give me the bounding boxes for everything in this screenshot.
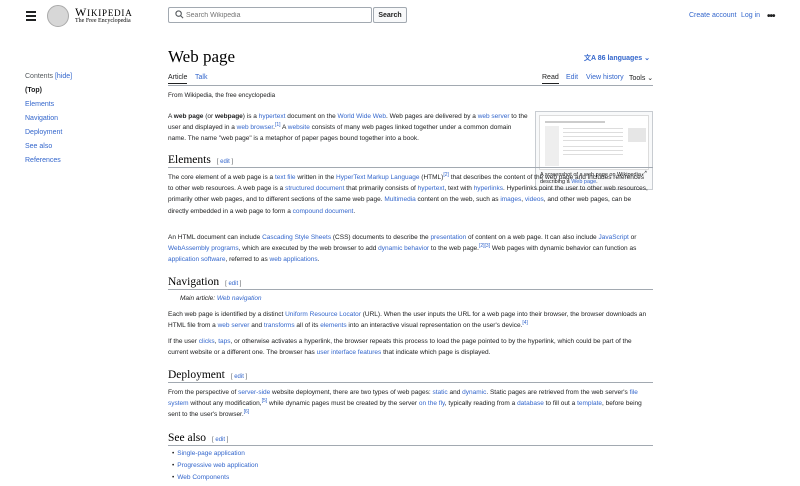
search-icon <box>175 10 184 19</box>
language-count: 86 languages <box>597 55 643 62</box>
list-item[interactable]: • Single-page application <box>172 450 245 457</box>
main-menu-icon[interactable] <box>26 11 36 23</box>
intro-paragraph: A web page (or webpage) is a hypertext d… <box>168 113 528 143</box>
hatnote-link[interactable]: Web navigation <box>217 295 262 302</box>
list-item[interactable]: • Progressive web application <box>172 462 258 469</box>
tab-view-history[interactable]: View history <box>586 74 624 81</box>
tools-label: Tools <box>629 75 646 82</box>
section-heading-see-also: See also[ edit ] <box>168 432 653 446</box>
wikipedia-globe-logo[interactable] <box>47 5 69 27</box>
section-title: Deployment <box>168 369 225 381</box>
see-also-link[interactable]: Web Components <box>177 474 229 481</box>
toc-header: Contents [hide] <box>25 73 72 80</box>
edit-link[interactable]: edit <box>234 374 244 380</box>
language-button[interactable]: 文A 86 languages ⌄ <box>584 53 650 63</box>
hatnote-label: Main article: <box>180 295 217 302</box>
edit-link[interactable]: edit <box>220 159 230 165</box>
login-link[interactable]: Log in <box>741 12 760 19</box>
edit-link[interactable]: edit <box>228 281 238 287</box>
elements-paragraph-2: An HTML document can include Cascading S… <box>168 234 637 264</box>
tab-article[interactable]: Article <box>168 74 188 84</box>
see-also-link[interactable]: Progressive web application <box>177 462 258 469</box>
section-heading-deployment: Deployment[ edit ] <box>168 369 653 383</box>
tools-menu[interactable]: Tools ⌄ <box>629 74 653 82</box>
search-box[interactable] <box>168 7 372 23</box>
chevron-down-icon: ⌄ <box>647 75 654 82</box>
see-also-link[interactable]: Single-page application <box>177 450 245 457</box>
navigation-paragraph-1: Each web page is identified by a distinc… <box>168 311 647 330</box>
translate-icon: 文A <box>584 55 596 62</box>
logo-subtitle: The Free Encyclopedia <box>75 18 131 24</box>
edit-link[interactable]: edit <box>215 437 225 443</box>
section-heading-navigation: Navigation[ edit ] <box>168 276 653 290</box>
section-title: Elements <box>168 154 211 166</box>
toc-item-deployment[interactable]: Deployment <box>25 129 62 136</box>
section-heading-elements: Elements[ edit ] <box>168 154 653 168</box>
toc-item-references[interactable]: References <box>25 157 61 164</box>
section-title: Navigation <box>168 276 220 288</box>
tab-read[interactable]: Read <box>542 74 559 84</box>
tab-edit[interactable]: Edit <box>566 74 578 81</box>
toc-label: Contents <box>25 73 54 80</box>
create-account-link[interactable]: Create account <box>689 12 736 19</box>
toc-hide-link[interactable]: [hide] <box>55 73 72 80</box>
more-options-icon[interactable]: ••• <box>767 11 775 22</box>
toc-item-elements[interactable]: Elements <box>25 101 54 108</box>
list-item[interactable]: • Web Components <box>172 474 229 481</box>
chevron-down-icon: ⌄ <box>644 55 650 62</box>
tabs-divider <box>168 85 653 86</box>
deployment-paragraph: From the perspective of server-side webs… <box>168 389 642 419</box>
section-title: See also <box>168 432 207 444</box>
page-title: Web page <box>168 47 236 66</box>
search-input[interactable] <box>186 8 366 22</box>
search-button[interactable]: Search <box>373 7 407 23</box>
navigation-paragraph-2: If the user clicks, taps, or otherwise a… <box>168 338 632 357</box>
elements-paragraph-1: The core element of a web page is a text… <box>168 171 648 215</box>
main-article-hatnote: Main article: Web navigation <box>180 295 262 302</box>
tagline: From Wikipedia, the free encyclopedia <box>168 92 276 99</box>
toc-item-top[interactable]: (Top) <box>25 87 42 94</box>
toc-item-navigation[interactable]: Navigation <box>25 115 58 122</box>
tab-talk[interactable]: Talk <box>195 74 207 81</box>
toc-item-see-also[interactable]: See also <box>25 143 52 150</box>
